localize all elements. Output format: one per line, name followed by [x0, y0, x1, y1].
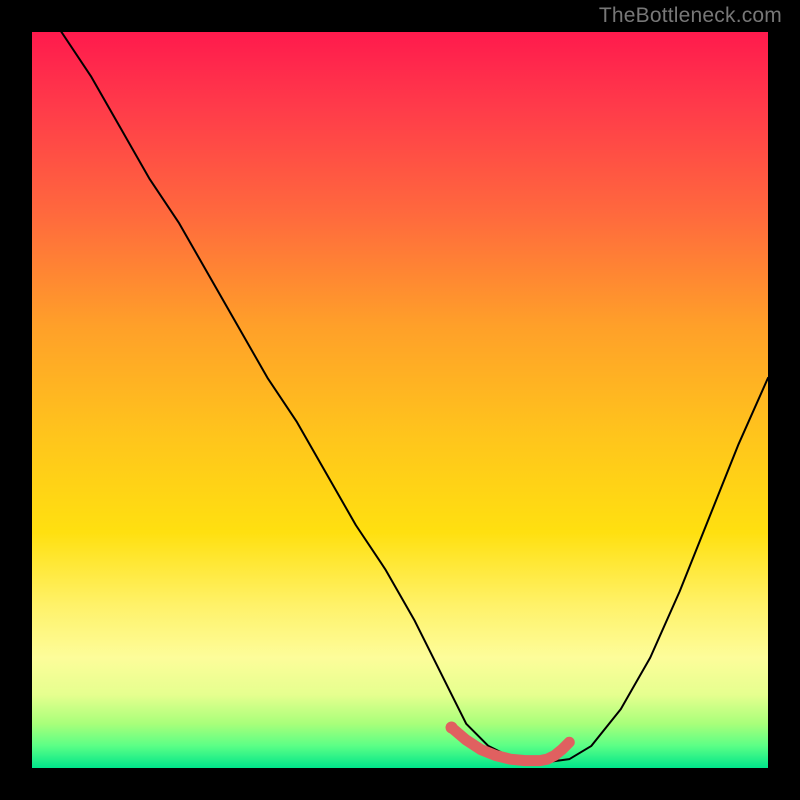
plot-area — [32, 32, 768, 768]
bottleneck-curve — [61, 32, 768, 762]
chart-frame: TheBottleneck.com — [0, 0, 800, 800]
watermark-text: TheBottleneck.com — [599, 4, 782, 28]
optimal-range-highlight — [452, 728, 570, 761]
plot-svg — [32, 32, 768, 768]
optimal-start-marker — [446, 722, 458, 734]
